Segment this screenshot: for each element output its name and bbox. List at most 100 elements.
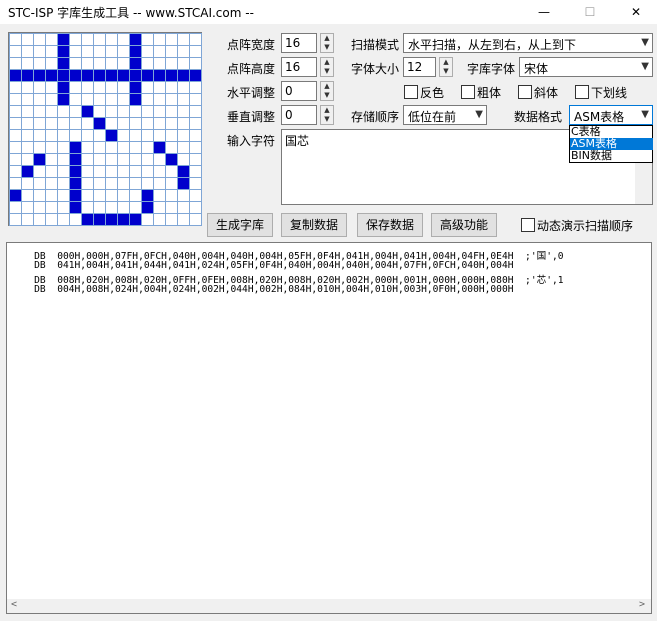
- matrix-cell[interactable]: [140, 32, 154, 46]
- matrix-cell[interactable]: [176, 80, 190, 94]
- matrix-cell[interactable]: [56, 116, 70, 130]
- matrix-cell[interactable]: [44, 128, 58, 142]
- matrix-cell[interactable]: [56, 44, 70, 58]
- matrix-cell[interactable]: [20, 140, 34, 154]
- matrix-cell[interactable]: [140, 140, 154, 154]
- matrix-cell[interactable]: [80, 176, 94, 190]
- matrix-cell[interactable]: [32, 104, 46, 118]
- matrix-cell[interactable]: [140, 188, 154, 202]
- matrix-cell[interactable]: [20, 56, 34, 70]
- matrix-cell[interactable]: [80, 80, 94, 94]
- matrix-cell[interactable]: [164, 80, 178, 94]
- matrix-cell[interactable]: [92, 44, 106, 58]
- matrix-cell[interactable]: [8, 128, 22, 142]
- advanced-button[interactable]: 高级功能: [431, 213, 497, 237]
- matrix-cell[interactable]: [80, 104, 94, 118]
- matrix-cell[interactable]: [104, 32, 118, 46]
- matrix-cell[interactable]: [8, 92, 22, 106]
- matrix-cell[interactable]: [68, 140, 82, 154]
- matrix-cell[interactable]: [56, 212, 70, 226]
- matrix-cell[interactable]: [104, 68, 118, 82]
- matrix-cell[interactable]: [68, 44, 82, 58]
- matrix-cell[interactable]: [20, 188, 34, 202]
- matrix-cell[interactable]: [164, 212, 178, 226]
- matrix-cell[interactable]: [44, 176, 58, 190]
- matrix-cell[interactable]: [164, 32, 178, 46]
- format-option-bin[interactable]: BIN数据: [570, 150, 653, 162]
- matrix-cell[interactable]: [8, 32, 22, 46]
- matrix-cell[interactable]: [80, 32, 94, 46]
- matrix-cell[interactable]: [152, 176, 166, 190]
- matrix-cell[interactable]: [56, 80, 70, 94]
- scroll-left-icon[interactable]: <: [11, 599, 17, 610]
- matrix-cell[interactable]: [104, 104, 118, 118]
- matrix-cell[interactable]: [188, 92, 202, 106]
- matrix-cell[interactable]: [116, 116, 130, 130]
- matrix-cell[interactable]: [32, 56, 46, 70]
- width-spinner[interactable]: ▲ ▼: [320, 33, 334, 53]
- matrix-cell[interactable]: [164, 176, 178, 190]
- matrix-cell[interactable]: [32, 212, 46, 226]
- matrix-cell[interactable]: [188, 32, 202, 46]
- matrix-cell[interactable]: [176, 116, 190, 130]
- matrix-cell[interactable]: [32, 152, 46, 166]
- matrix-cell[interactable]: [44, 68, 58, 82]
- matrix-cell[interactable]: [80, 92, 94, 106]
- matrix-cell[interactable]: [176, 104, 190, 118]
- matrix-cell[interactable]: [32, 200, 46, 214]
- matrix-cell[interactable]: [92, 80, 106, 94]
- font-select[interactable]: 宋体 ▼: [519, 57, 653, 77]
- matrix-cell[interactable]: [80, 152, 94, 166]
- matrix-cell[interactable]: [188, 44, 202, 58]
- matrix-cell[interactable]: [164, 68, 178, 82]
- generate-button[interactable]: 生成字库: [207, 213, 273, 237]
- matrix-cell[interactable]: [44, 212, 58, 226]
- matrix-cell[interactable]: [104, 92, 118, 106]
- matrix-cell[interactable]: [44, 80, 58, 94]
- matrix-cell[interactable]: [104, 44, 118, 58]
- matrix-cell[interactable]: [140, 164, 154, 178]
- width-field[interactable]: 16: [281, 33, 317, 53]
- matrix-cell[interactable]: [56, 68, 70, 82]
- order-select[interactable]: 低位在前 ▼: [403, 105, 487, 125]
- matrix-cell[interactable]: [92, 116, 106, 130]
- matrix-cell[interactable]: [68, 128, 82, 142]
- matrix-cell[interactable]: [128, 116, 142, 130]
- matrix-cell[interactable]: [20, 128, 34, 142]
- matrix-cell[interactable]: [44, 104, 58, 118]
- matrix-cell[interactable]: [152, 188, 166, 202]
- matrix-cell[interactable]: [128, 80, 142, 94]
- matrix-cell[interactable]: [56, 152, 70, 166]
- matrix-cell[interactable]: [128, 68, 142, 82]
- matrix-cell[interactable]: [188, 68, 202, 82]
- matrix-cell[interactable]: [140, 44, 154, 58]
- matrix-cell[interactable]: [140, 68, 154, 82]
- matrix-cell[interactable]: [80, 128, 94, 142]
- matrix-cell[interactable]: [20, 164, 34, 178]
- matrix-cell[interactable]: [152, 164, 166, 178]
- matrix-cell[interactable]: [176, 152, 190, 166]
- matrix-cell[interactable]: [56, 140, 70, 154]
- matrix-cell[interactable]: [20, 116, 34, 130]
- matrix-cell[interactable]: [116, 188, 130, 202]
- matrix-cell[interactable]: [176, 200, 190, 214]
- matrix-cell[interactable]: [116, 44, 130, 58]
- matrix-cell[interactable]: [20, 68, 34, 82]
- matrix-cell[interactable]: [8, 212, 22, 226]
- matrix-cell[interactable]: [68, 92, 82, 106]
- matrix-cell[interactable]: [188, 56, 202, 70]
- matrix-cell[interactable]: [56, 56, 70, 70]
- matrix-cell[interactable]: [104, 56, 118, 70]
- horizontal-scrollbar[interactable]: < >: [7, 599, 651, 613]
- matrix-cell[interactable]: [188, 188, 202, 202]
- matrix-cell[interactable]: [128, 176, 142, 190]
- italic-checkbox[interactable]: [518, 85, 532, 99]
- matrix-cell[interactable]: [116, 164, 130, 178]
- matrix-cell[interactable]: [8, 104, 22, 118]
- vadj-field[interactable]: 0: [281, 105, 317, 125]
- scroll-right-icon[interactable]: >: [639, 599, 645, 610]
- matrix-cell[interactable]: [176, 32, 190, 46]
- matrix-cell[interactable]: [188, 128, 202, 142]
- matrix-cell[interactable]: [32, 116, 46, 130]
- matrix-cell[interactable]: [152, 200, 166, 214]
